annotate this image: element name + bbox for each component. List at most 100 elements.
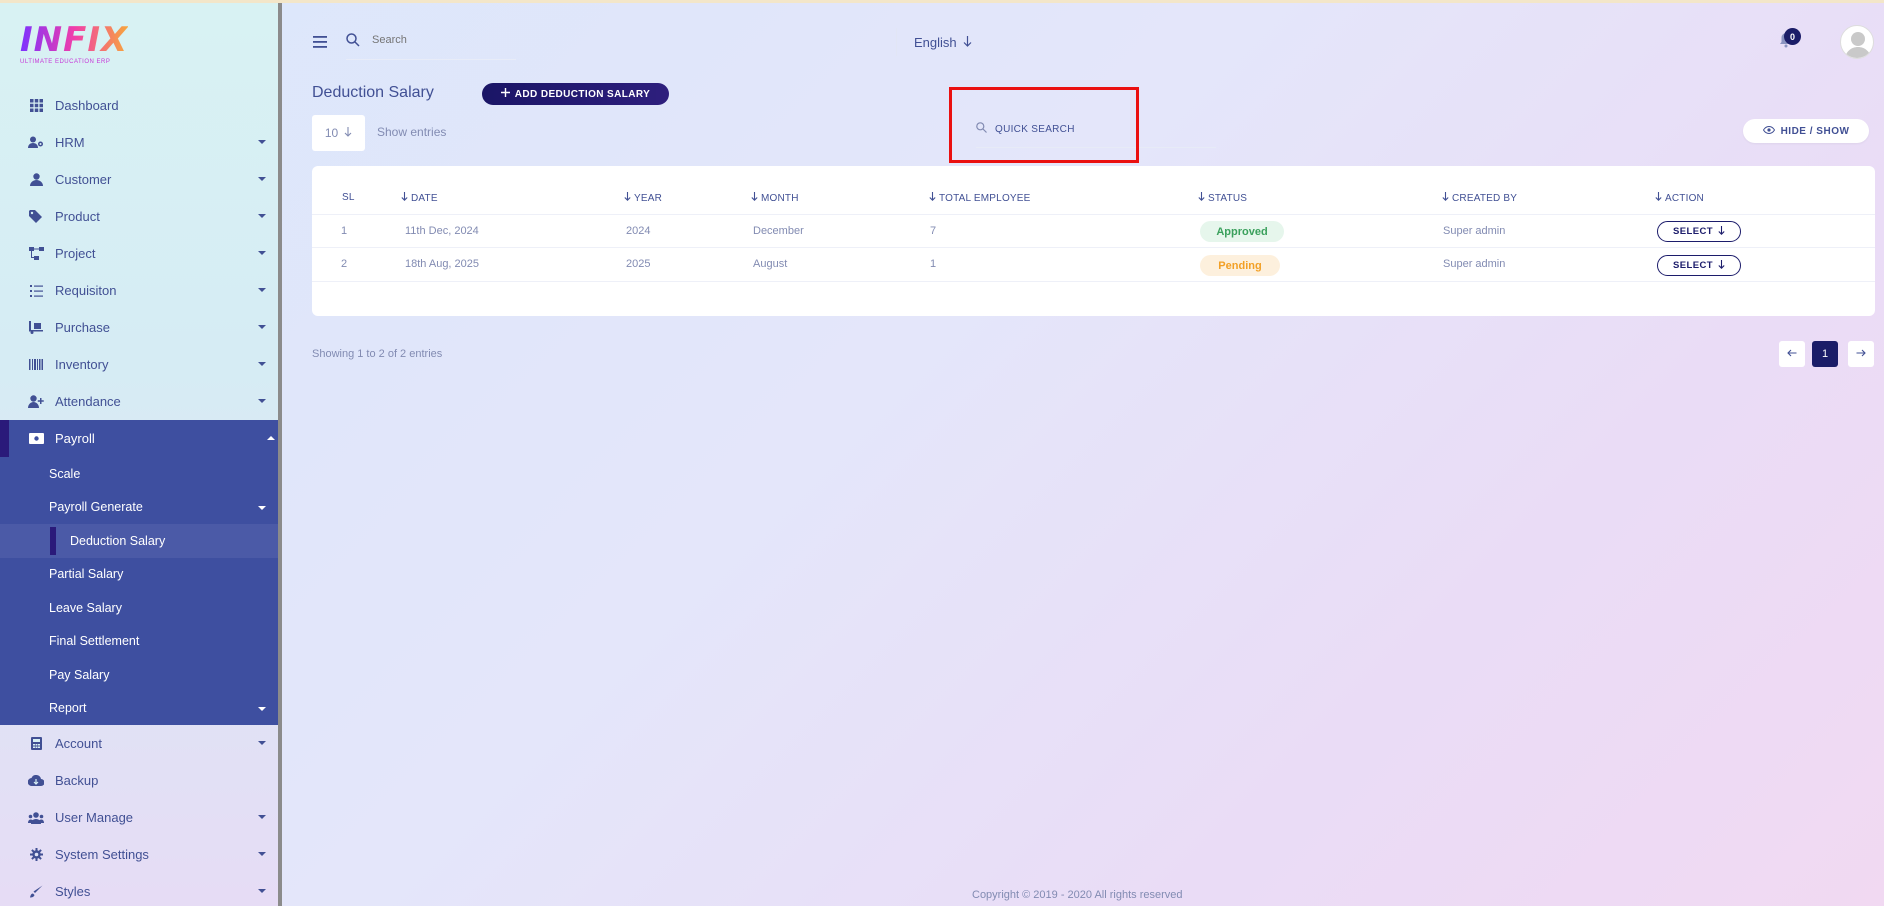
- cell-year: 2024: [626, 225, 651, 237]
- calculator-icon: [28, 736, 44, 752]
- sidebar-subitem-label: Scale: [49, 466, 81, 481]
- user-plus-icon: [28, 394, 44, 410]
- caret-down-icon: [258, 741, 266, 745]
- sort-arrow-icon: [751, 192, 758, 204]
- sidebar-item-purchase[interactable]: Purchase: [0, 309, 278, 346]
- cell-total-employee: 7: [930, 225, 937, 237]
- sidebar-item-dashboard[interactable]: Dashboard: [0, 87, 278, 124]
- sidebar-item-label: Styles: [55, 884, 91, 899]
- sidebar-item-label: Account: [55, 736, 102, 751]
- logo-text: INFIX: [20, 20, 129, 60]
- col-header-sl[interactable]: SL: [342, 192, 355, 203]
- arrow-down-icon: [344, 126, 352, 140]
- sidebar-subitem-label: Final Settlement: [49, 634, 140, 649]
- sidebar-subitem-leave-salary[interactable]: Leave Salary: [0, 591, 278, 625]
- col-header-label: SL: [342, 192, 355, 203]
- dolly-icon: [28, 320, 44, 336]
- caret-down-icon: [258, 288, 266, 292]
- sidebar-item-label: Product: [55, 209, 100, 224]
- sidebar-item-project[interactable]: Project: [0, 235, 278, 272]
- select-action-button[interactable]: SELECT: [1657, 255, 1741, 276]
- sidebar-subitem-scale[interactable]: Scale: [0, 457, 278, 491]
- caret-down-icon: [258, 889, 266, 893]
- search-icon[interactable]: [346, 33, 360, 52]
- sidebar-item-styles[interactable]: Styles: [0, 873, 278, 906]
- cell-date: 11th Dec, 2024: [405, 225, 479, 237]
- col-header-label: CREATED BY: [1452, 192, 1518, 204]
- entries-select[interactable]: 10: [312, 115, 365, 151]
- sidebar-item-system-settings[interactable]: System Settings: [0, 836, 278, 873]
- cell-created-by: Super admin: [1443, 225, 1506, 237]
- caret-down-icon: [258, 706, 266, 711]
- col-header-created-by[interactable]: CREATED BY: [1442, 192, 1517, 204]
- eye-icon: [1762, 125, 1775, 137]
- next-page-button[interactable]: [1848, 341, 1874, 367]
- arrow-right-icon: [1856, 348, 1866, 360]
- prev-page-button[interactable]: [1779, 341, 1805, 367]
- menu-toggle-icon[interactable]: [313, 35, 327, 53]
- sidebar-subitem-partial-salary[interactable]: Partial Salary: [0, 558, 278, 592]
- col-header-total-employee[interactable]: TOTAL EMPLOYEE: [929, 192, 1031, 204]
- arrow-down-icon: [963, 35, 972, 50]
- language-label: English: [914, 35, 957, 50]
- logo[interactable]: INFIX ULTIMATE EDUCATION ERP: [20, 23, 128, 65]
- col-header-month[interactable]: MONTH: [751, 192, 799, 204]
- col-header-date[interactable]: DATE: [401, 192, 438, 204]
- sidebar-item-user-manage[interactable]: User Manage: [0, 799, 278, 836]
- select-label: SELECT: [1673, 226, 1713, 237]
- sidebar-item-label: Backup: [55, 773, 99, 788]
- avatar[interactable]: [1840, 25, 1874, 59]
- col-header-label: YEAR: [634, 192, 663, 204]
- sidebar-subitem-payroll-generate[interactable]: Payroll Generate: [0, 491, 278, 525]
- sidebar-item-attendance[interactable]: Attendance: [0, 383, 278, 420]
- sort-arrow-icon: [1442, 192, 1449, 204]
- language-selector[interactable]: English: [914, 35, 972, 50]
- hide-show-label: HIDE / SHOW: [1780, 125, 1850, 137]
- sidebar-subitem-label: Leave Salary: [49, 600, 122, 615]
- col-header-label: STATUS: [1208, 192, 1248, 204]
- sidebar-item-requisiton[interactable]: Requisiton: [0, 272, 278, 309]
- sidebar-item-payroll[interactable]: Payroll: [0, 420, 278, 457]
- sidebar-subitem-label: Partial Salary: [49, 567, 124, 582]
- project-diagram-icon: [28, 246, 44, 262]
- add-deduction-salary-button[interactable]: ADD DEDUCTION SALARY: [482, 83, 669, 105]
- cloud-icon: [28, 773, 44, 789]
- hide-show-button[interactable]: HIDE / SHOW: [1743, 119, 1869, 143]
- pagination-summary: Showing 1 to 2 of 2 entries: [312, 348, 443, 360]
- sidebar-subitem-report[interactable]: Report: [0, 692, 278, 726]
- sidebar-subitem-deduction-salary[interactable]: Deduction Salary: [0, 524, 278, 558]
- sidebar-item-label: HRM: [55, 135, 85, 150]
- caret-down-icon: [258, 140, 266, 144]
- row-divider: [312, 247, 1875, 248]
- select-action-button[interactable]: SELECT: [1657, 221, 1741, 242]
- user-icon: [28, 172, 44, 188]
- sidebar-item-label: Payroll: [55, 431, 95, 446]
- tags-icon: [28, 209, 44, 225]
- sidebar-subitem-pay-salary[interactable]: Pay Salary: [0, 658, 278, 692]
- page-title: Deduction Salary: [312, 84, 434, 101]
- sidebar-item-customer[interactable]: Customer: [0, 161, 278, 198]
- col-header-year[interactable]: YEAR: [624, 192, 662, 204]
- sidebar-item-label: Dashboard: [55, 98, 119, 113]
- col-header-status[interactable]: STATUS: [1198, 192, 1247, 204]
- sidebar-item-backup[interactable]: Backup: [0, 762, 278, 799]
- col-header-action[interactable]: ACTION: [1655, 192, 1704, 204]
- notification-badge: 0: [1784, 28, 1801, 45]
- sidebar-subitem-label: Pay Salary: [49, 667, 110, 682]
- sidebar-item-label: Project: [55, 246, 96, 261]
- status-badge: Pending: [1200, 255, 1280, 276]
- gear-icon: [28, 847, 44, 863]
- page-button-current[interactable]: 1: [1812, 341, 1838, 367]
- sidebar-subitem-final-settlement[interactable]: Final Settlement: [0, 625, 278, 659]
- sidebar-subitem-label: Report: [49, 701, 87, 716]
- plus-icon: [500, 88, 510, 100]
- sidebar-item-inventory[interactable]: Inventory: [0, 346, 278, 383]
- brush-icon: [28, 884, 44, 900]
- sidebar-item-product[interactable]: Product: [0, 198, 278, 235]
- cell-sl: 2: [341, 258, 348, 270]
- sidebar-item-hrm[interactable]: HRM: [0, 124, 278, 161]
- sidebar-item-account[interactable]: Account: [0, 725, 278, 762]
- search-input[interactable]: [372, 34, 522, 46]
- sidebar-subitem-label: Deduction Salary: [70, 533, 166, 548]
- col-header-label: TOTAL EMPLOYEE: [939, 192, 1031, 204]
